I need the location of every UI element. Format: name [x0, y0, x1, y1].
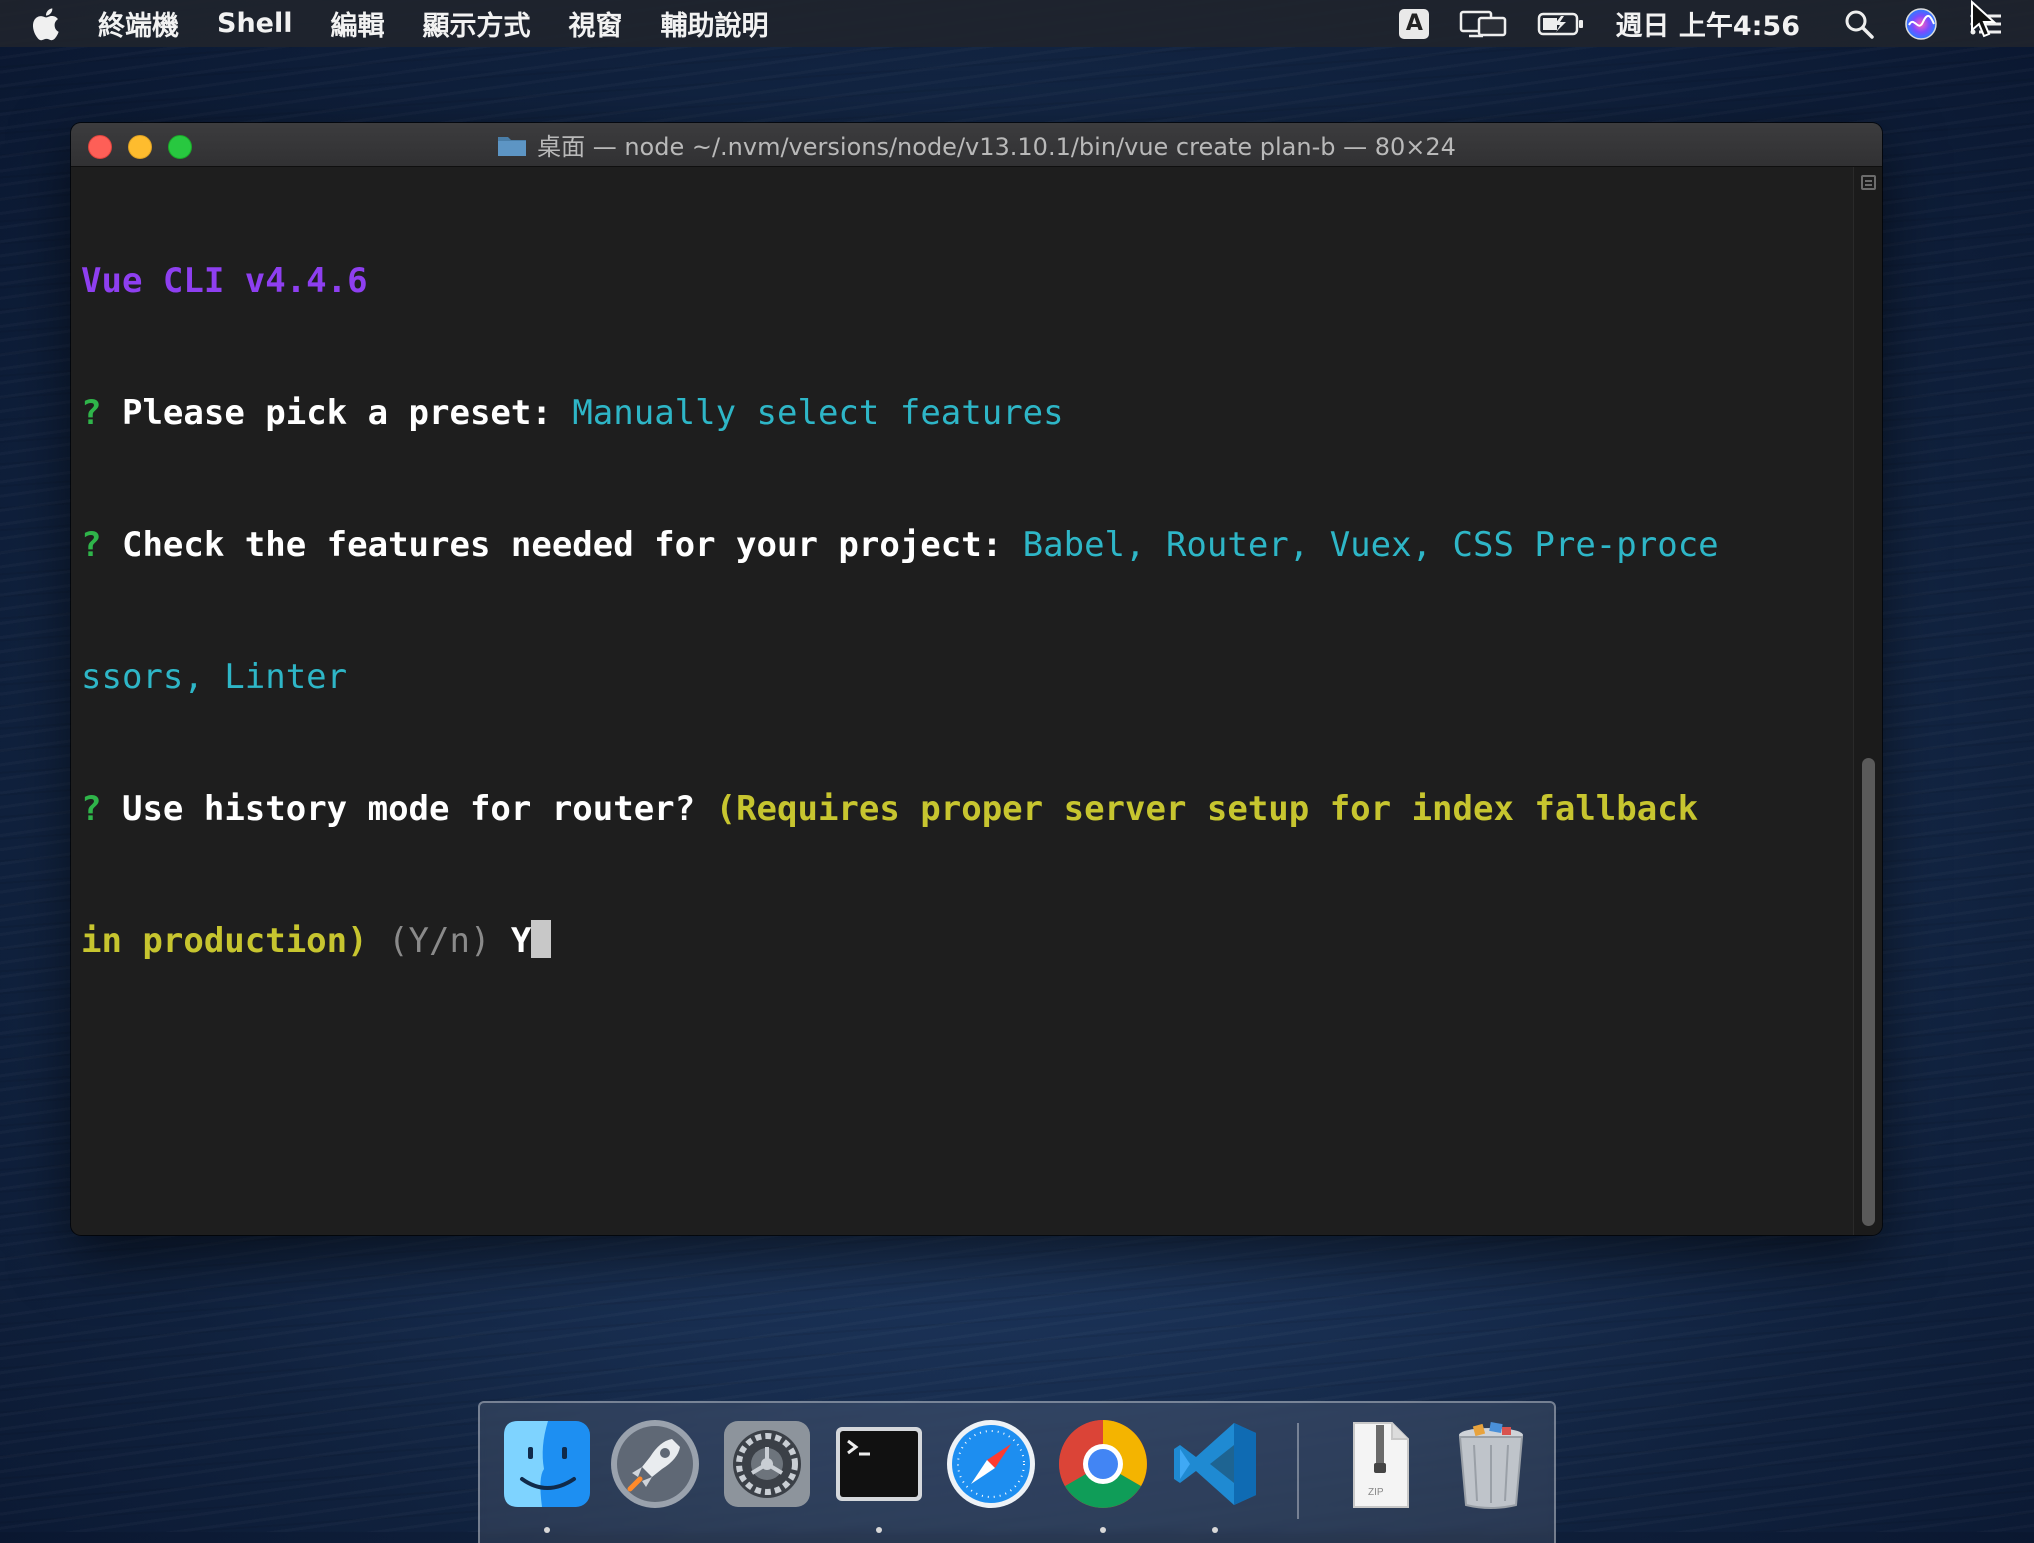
- running-indicator: [1100, 1527, 1106, 1533]
- spotlight-search-icon[interactable]: [1844, 9, 1874, 39]
- siri-icon[interactable]: [1904, 7, 1938, 41]
- chrome-icon[interactable]: [1056, 1417, 1150, 1533]
- window-title: 桌面 — node ~/.nvm/versions/node/v13.10.1/…: [537, 133, 1456, 161]
- cli-version: Vue CLI v4.4.6: [81, 261, 368, 301]
- menu-edit[interactable]: 編輯: [331, 4, 385, 43]
- terminal-window: 桌面 — node ~/.nvm/versions/node/v13.10.1/…: [71, 123, 1882, 1235]
- running-indicator: [876, 1527, 882, 1533]
- dock-separator: [1297, 1423, 1299, 1519]
- terminal-icon[interactable]: [832, 1417, 926, 1533]
- features-answer-line2: ssors, Linter: [81, 657, 348, 697]
- input-method-icon[interactable]: A: [1399, 8, 1430, 39]
- trash-icon[interactable]: [1444, 1417, 1538, 1511]
- user-input[interactable]: Y: [511, 921, 531, 961]
- prompt-mark: ?: [81, 393, 102, 433]
- apple-icon[interactable]: [30, 6, 66, 42]
- input-method-label: A: [1399, 8, 1430, 39]
- vscode-icon[interactable]: [1168, 1417, 1262, 1533]
- mouse-pointer-icon: [1971, 0, 1997, 38]
- history-mode-hint-line2: in production): [81, 921, 368, 961]
- menu-shell[interactable]: Shell: [217, 8, 293, 39]
- battery-icon[interactable]: [1537, 10, 1585, 38]
- menu-bar: 終端機 Shell 編輯 顯示方式 視窗 輔助說明 A 週日 上午4:56: [0, 0, 2034, 47]
- menu-help[interactable]: 輔助說明: [661, 4, 769, 43]
- prompt-mark: ?: [81, 789, 102, 829]
- zip-label: ZIP: [1368, 1487, 1384, 1498]
- history-mode-question: Use history mode for router?: [121, 789, 696, 829]
- system-preferences-icon[interactable]: [720, 1417, 814, 1511]
- scrollbar-thumb[interactable]: [1862, 758, 1875, 1226]
- menu-bar-clock[interactable]: 週日 上午4:56: [1615, 4, 1800, 43]
- launchpad-icon[interactable]: [608, 1417, 702, 1511]
- split-pane-icon[interactable]: [1861, 175, 1876, 190]
- window-titlebar[interactable]: 桌面 — node ~/.nvm/versions/node/v13.10.1/…: [71, 123, 1882, 167]
- safari-icon[interactable]: [944, 1417, 1038, 1511]
- text-cursor: [531, 920, 552, 958]
- terminal-output[interactable]: Vue CLI v4.4.6 ? Please pick a preset: M…: [81, 171, 1841, 1221]
- history-mode-hint-line1: (Requires proper server setup for index …: [715, 789, 1699, 829]
- preset-answer: Manually select features: [572, 393, 1064, 433]
- running-indicator: [1212, 1527, 1218, 1533]
- menu-view[interactable]: 顯示方式: [423, 4, 531, 43]
- menu-bar-status-area: A 週日 上午4:56: [1399, 0, 2034, 47]
- dock: ZIP: [478, 1401, 1556, 1543]
- finder-icon[interactable]: [500, 1417, 594, 1533]
- menu-window[interactable]: 視窗: [569, 4, 623, 43]
- running-indicator: [544, 1527, 550, 1533]
- prompt-mark: ?: [81, 525, 102, 565]
- window-title-group: 桌面 — node ~/.nvm/versions/node/v13.10.1/…: [71, 123, 1882, 166]
- features-answer-line1: Babel, Router, Vuex, CSS Pre-proce: [1022, 525, 1719, 565]
- yes-no-choices: (Y/n): [388, 921, 491, 961]
- folder-icon: [497, 133, 527, 157]
- display-mirror-icon[interactable]: [1459, 9, 1507, 39]
- zip-archive-icon[interactable]: ZIP: [1332, 1417, 1426, 1511]
- preset-question: Please pick a preset:: [121, 393, 552, 433]
- features-question: Check the features needed for your proje…: [121, 525, 1003, 565]
- menu-app-name[interactable]: 終端機: [98, 4, 179, 43]
